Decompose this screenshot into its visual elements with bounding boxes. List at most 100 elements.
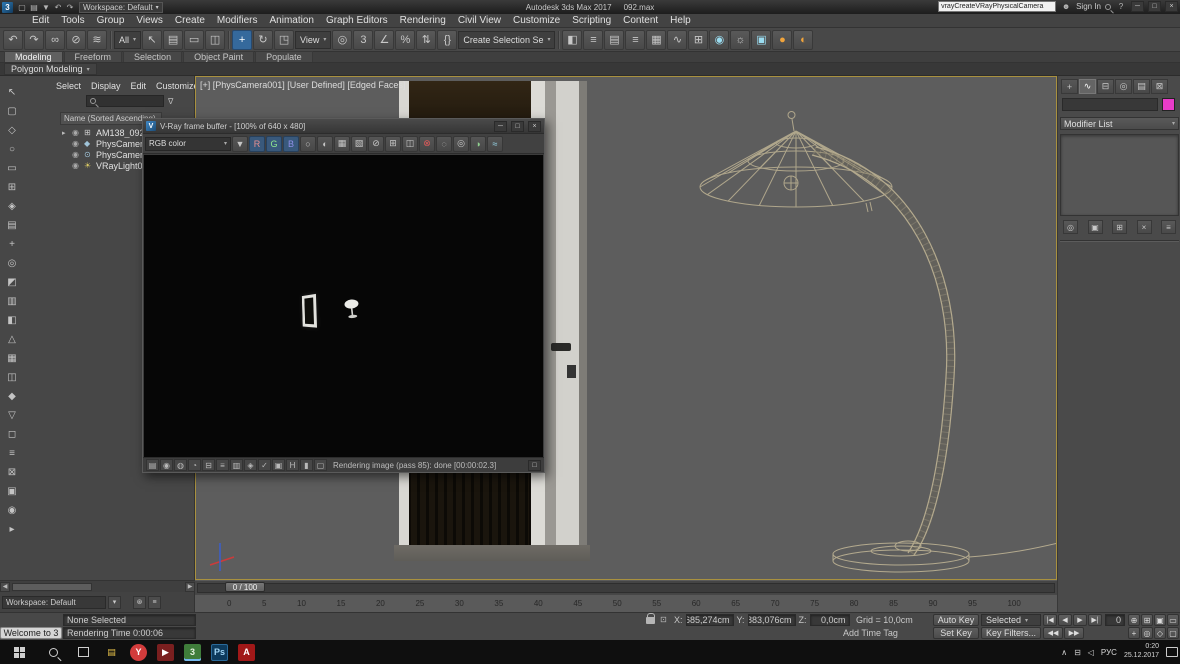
- menu-item[interactable]: Help: [664, 14, 697, 28]
- select-object-icon[interactable]: ↖: [142, 30, 162, 50]
- redo-icon[interactable]: ↷: [24, 30, 44, 50]
- command-search-input[interactable]: [938, 1, 1056, 12]
- region-render-icon[interactable]: ◌: [436, 136, 452, 152]
- render-iterative-icon[interactable]: ◐: [793, 30, 813, 50]
- red-channel-icon[interactable]: R: [249, 136, 265, 152]
- utilities-tab[interactable]: ⊠: [1151, 79, 1168, 94]
- gear-icon[interactable]: ⊛: [133, 596, 146, 609]
- scroll-left-icon[interactable]: ◀: [0, 582, 10, 592]
- filter-icon[interactable]: ∇: [168, 97, 173, 106]
- ribbon-tool-icon[interactable]: ◈: [4, 198, 20, 214]
- bind-spacewarp-icon[interactable]: ≋: [87, 30, 107, 50]
- key-filters-button[interactable]: Key Filters...: [981, 627, 1041, 639]
- object-color-swatch[interactable]: [1162, 98, 1175, 111]
- set-key-button[interactable]: Set Key: [933, 627, 979, 639]
- percent-snap-icon[interactable]: %: [395, 30, 415, 50]
- scrollbar-thumb[interactable]: [12, 583, 92, 591]
- color-correction-icon[interactable]: ◑: [470, 136, 486, 152]
- redo-quick-icon[interactable]: ↷: [64, 2, 76, 13]
- language-indicator[interactable]: РУС: [1101, 648, 1117, 657]
- zoom-all-button[interactable]: ⊞: [1141, 614, 1153, 626]
- compare-images-icon[interactable]: ◫: [402, 136, 418, 152]
- visibility-eye-icon[interactable]: ◉: [72, 128, 81, 137]
- menu-item[interactable]: Animation: [263, 14, 319, 28]
- viewport-label[interactable]: [+] [PhysCamera001] [User Defined] [Edge…: [200, 80, 405, 90]
- current-frame-field[interactable]: 0: [1105, 614, 1125, 626]
- ribbon-tool-icon[interactable]: ◫: [4, 369, 20, 385]
- vfb-title-bar[interactable]: V V-Ray frame buffer - [100% of 640 x 48…: [143, 119, 544, 134]
- menu-item[interactable]: Modifiers: [211, 14, 264, 28]
- pan-button[interactable]: +: [1128, 627, 1140, 639]
- ribbon-tab[interactable]: Freeform: [64, 51, 123, 62]
- vfb-status-icon[interactable]: ◍: [174, 459, 187, 471]
- previous-frame-button[interactable]: ◀: [1058, 614, 1072, 626]
- explorer-search-input[interactable]: [86, 95, 164, 107]
- motion-tab[interactable]: ◎: [1115, 79, 1132, 94]
- ribbon-tool-icon[interactable]: △: [4, 331, 20, 347]
- pin-stack-icon[interactable]: ◎: [1063, 220, 1078, 234]
- vfb-status-icon[interactable]: H: [286, 459, 299, 471]
- menu-item[interactable]: Customize: [507, 14, 566, 28]
- ribbon-tool-icon[interactable]: ⊞: [4, 179, 20, 195]
- vfb-status-icon[interactable]: ▮: [300, 459, 313, 471]
- zoom-extents-button[interactable]: ▣: [1154, 614, 1166, 626]
- ribbon-tool-icon[interactable]: +: [4, 236, 20, 252]
- menu-item[interactable]: Tools: [55, 14, 90, 28]
- explorer-menu-item[interactable]: Select: [52, 81, 85, 91]
- vfb-status-icon[interactable]: ◔: [188, 459, 201, 471]
- create-tab[interactable]: +: [1061, 79, 1078, 94]
- sign-in-link[interactable]: Sign In: [1076, 2, 1101, 11]
- display-tab[interactable]: ▤: [1133, 79, 1150, 94]
- menu-item[interactable]: Rendering: [394, 14, 452, 28]
- ribbon-tool-icon[interactable]: ▣: [4, 483, 20, 499]
- absolute-mode-icon[interactable]: ⊡: [660, 615, 667, 624]
- save-image-icon[interactable]: ▼: [232, 136, 248, 152]
- toggle-scene-explorer-icon[interactable]: ▤: [604, 30, 624, 50]
- track-mouse-icon[interactable]: ◎: [453, 136, 469, 152]
- lens-effects-icon[interactable]: ≈: [487, 136, 503, 152]
- blue-channel-icon[interactable]: B: [283, 136, 299, 152]
- go-to-end-button[interactable]: ▶|: [1088, 614, 1102, 626]
- explorer-menu-item[interactable]: Display: [87, 81, 125, 91]
- mirror-icon[interactable]: ◧: [562, 30, 582, 50]
- visibility-eye-icon[interactable]: ◉: [72, 161, 81, 170]
- ribbon-tool-icon[interactable]: ▭: [4, 160, 20, 176]
- workspace-selector[interactable]: Workspace: Default: [2, 596, 106, 609]
- taskbar-app-button[interactable]: Ps: [206, 640, 233, 664]
- vfb-status-icon[interactable]: ◉: [160, 459, 173, 471]
- go-to-start-button[interactable]: |◀: [1043, 614, 1057, 626]
- minimize-button[interactable]: ─: [1131, 1, 1144, 12]
- modifier-stack[interactable]: [1060, 134, 1179, 216]
- vfb-status-icon[interactable]: ≡: [216, 459, 229, 471]
- green-channel-icon[interactable]: G: [266, 136, 282, 152]
- taskbar-app-button[interactable]: 3: [179, 640, 206, 664]
- network-icon[interactable]: ⊟: [1074, 648, 1081, 657]
- configure-modifier-sets-icon[interactable]: ≡: [1161, 220, 1176, 234]
- ribbon-tool-icon[interactable]: ◉: [4, 502, 20, 518]
- duplicate-buffer-icon[interactable]: ⊞: [385, 136, 401, 152]
- vfb-status-icon[interactable]: ▥: [230, 459, 243, 471]
- window-crossing-icon[interactable]: ◫: [205, 30, 225, 50]
- action-center-icon[interactable]: [1166, 647, 1178, 657]
- stop-render-icon[interactable]: ⊗: [419, 136, 435, 152]
- x-coordinate-field[interactable]: -685,274cm: [686, 614, 734, 626]
- hierarchy-tab[interactable]: ⊟: [1097, 79, 1114, 94]
- reference-coordinate-dropdown[interactable]: View ▾: [295, 31, 331, 49]
- ribbon-tool-icon[interactable]: ▽: [4, 407, 20, 423]
- task-view-button[interactable]: [68, 640, 98, 664]
- snaps-toggle-icon[interactable]: 3: [353, 30, 373, 50]
- taskbar-app-button[interactable]: ▶: [152, 640, 179, 664]
- menu-item[interactable]: Content: [617, 14, 664, 28]
- open-file-icon[interactable]: ▤: [28, 2, 40, 13]
- rendered-frame-window-icon[interactable]: ▣: [751, 30, 771, 50]
- ribbon-tool-icon[interactable]: ◻: [4, 426, 20, 442]
- load-file-icon[interactable]: ▧: [351, 136, 367, 152]
- scroll-right-icon[interactable]: ▶: [185, 582, 195, 592]
- z-coordinate-field[interactable]: 0,0cm: [810, 614, 850, 626]
- vray-frame-buffer-window[interactable]: V V-Ray frame buffer - [100% of 640 x 48…: [142, 118, 545, 473]
- alpha-channel-icon[interactable]: ○: [300, 136, 316, 152]
- named-selection-dropdown[interactable]: Create Selection Se ▾: [458, 31, 555, 49]
- vfb-maximize-button[interactable]: □: [511, 121, 524, 132]
- key-mode-dropdown[interactable]: Selected ▾: [981, 614, 1041, 626]
- ribbon-tool-icon[interactable]: ▤: [4, 217, 20, 233]
